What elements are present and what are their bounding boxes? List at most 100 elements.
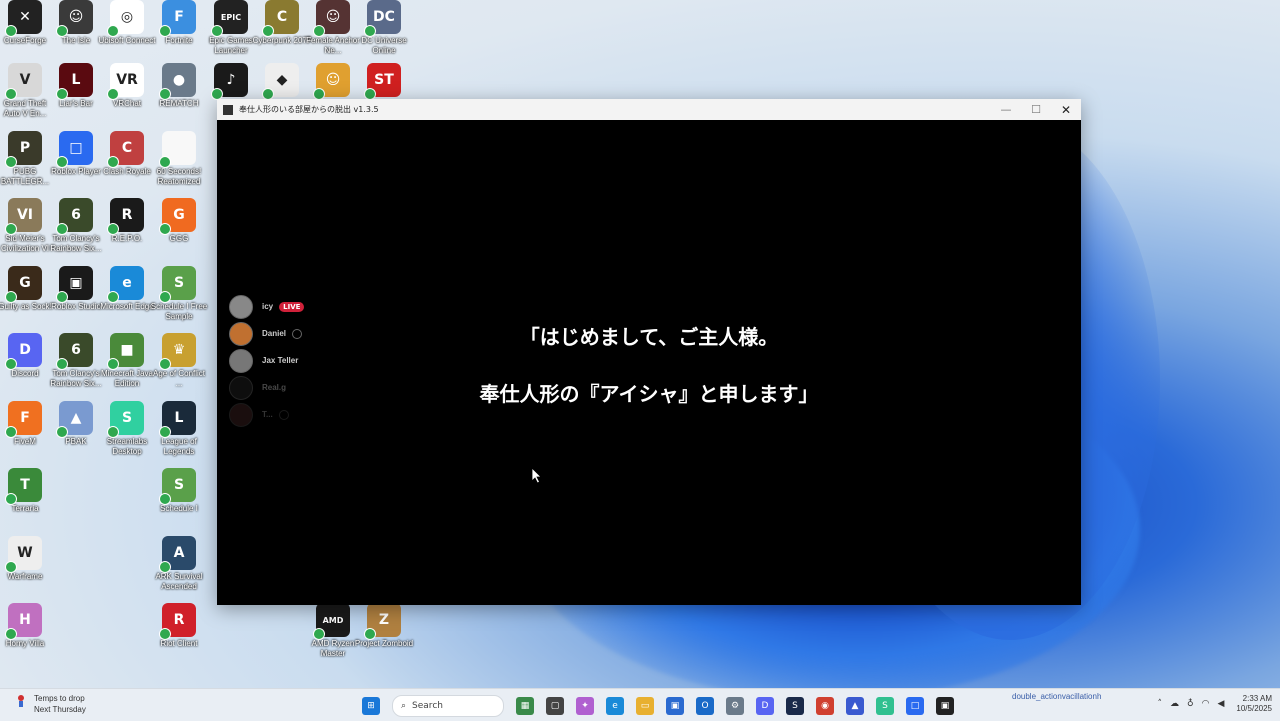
app-tile-icon: ▣	[56, 266, 93, 303]
settings-gear-icon[interactable]: ⚙	[726, 697, 744, 715]
app-glyph: P	[19, 140, 31, 156]
game-window-taskbar-icon[interactable]: ▣	[936, 697, 954, 715]
chrome-icon[interactable]: ◉	[816, 697, 834, 715]
sync-check-icon	[107, 223, 119, 235]
desktop-icon[interactable]: C Clash Royale	[97, 131, 157, 177]
desktop-icon[interactable]: S Schedule I	[149, 468, 209, 514]
app-glyph: Z	[378, 612, 390, 628]
desktop-icon[interactable]: ● REMATCH	[149, 63, 209, 109]
clock[interactable]: 2:33 AM 10/5/2025	[1236, 694, 1272, 714]
window-titlebar[interactable]: 奉仕人形のいる部屋からの脱出 v1.3.5 — ☐ ✕	[217, 99, 1081, 120]
app-tile-icon: D	[5, 333, 42, 370]
game-window: 奉仕人形のいる部屋からの脱出 v1.3.5 — ☐ ✕ 「はじめまして、ご主人様…	[217, 99, 1081, 605]
system-tray: ˄ ☁ ♁ ◠ ◀ 2:33 AM 10/5/2025	[1154, 694, 1272, 714]
sync-check-icon	[56, 358, 68, 370]
app-glyph: EPIC	[220, 12, 242, 22]
app-tile-icon: H	[5, 603, 42, 640]
viewer-row: Real.g	[229, 374, 304, 401]
stream-viewer-overlay: icy LIVE Daniel Jax Teller Real.g T...	[229, 293, 305, 428]
store-icon[interactable]: ▣	[666, 697, 684, 715]
desktop-icon-label: REMATCH	[159, 99, 199, 108]
desktop-icon[interactable]: DC DC Universe Online	[354, 0, 414, 56]
widgets-icon[interactable]: ▦	[516, 697, 534, 715]
desktop-icon[interactable]: ♛ Age of Conflict ...	[149, 333, 209, 389]
app-glyph: A	[173, 545, 185, 561]
start-button-icon[interactable]: ⊞	[362, 697, 380, 715]
app-glyph: ■	[120, 342, 134, 358]
volume-icon[interactable]: ◀	[1217, 699, 1224, 709]
app-tile-icon: ST	[364, 63, 401, 100]
sync-check-icon	[159, 426, 171, 438]
app-glyph: C	[276, 9, 288, 25]
streamlabs-icon[interactable]: S	[876, 697, 894, 715]
desktop-icon-label: Riot Client	[160, 639, 198, 648]
desktop-icon[interactable]: ST	[354, 63, 414, 100]
app-tile-icon: C	[107, 131, 144, 168]
desktop-icon[interactable]: S Streamlabs Desktop	[97, 401, 157, 457]
app-tile-icon: W	[5, 536, 42, 573]
steam-icon[interactable]: S	[786, 697, 804, 715]
mouse-cursor-icon	[532, 468, 542, 484]
viewer-status-icon	[292, 328, 303, 339]
sync-check-icon	[313, 628, 325, 640]
sync-check-icon	[159, 88, 171, 100]
desktop-icon[interactable]: VR VRChat	[97, 63, 157, 109]
app-tile-icon: ✕	[5, 0, 42, 37]
desktop-icon[interactable]: e Microsoft Edge	[97, 266, 157, 312]
maximize-button[interactable]: ☐	[1021, 99, 1051, 120]
wifi-icon[interactable]: ◠	[1202, 699, 1210, 709]
desktop-icon[interactable]: ◎ Ubisoft Connect	[97, 0, 157, 46]
search-icon: ⌕	[401, 701, 407, 711]
desktop-icon[interactable]: S Schedule I Free Sample	[149, 266, 209, 322]
app-tile-icon: F	[159, 0, 196, 37]
app-glyph: ST	[374, 72, 394, 88]
outlook-icon[interactable]: O	[696, 697, 714, 715]
desktop-icon[interactable]: F Fortnite	[149, 0, 209, 46]
app-tile-icon: VI	[5, 198, 42, 235]
task-view-icon[interactable]: ▢	[546, 697, 564, 715]
app-glyph: ◆	[276, 72, 288, 88]
desktop-icon[interactable]: H Horny Villa	[0, 603, 55, 649]
sync-check-icon	[56, 88, 68, 100]
desktop-icon[interactable]: A ARK Survival Ascended	[149, 536, 209, 592]
desktop-icon[interactable]: L League of Legends	[149, 401, 209, 457]
app-glyph: □	[69, 140, 83, 156]
arc-icon[interactable]: ▲	[846, 697, 864, 715]
close-button[interactable]: ✕	[1051, 99, 1081, 120]
sync-check-icon	[5, 358, 17, 370]
file-explorer-icon[interactable]: ▭	[636, 697, 654, 715]
viewer-status-icon	[278, 409, 289, 420]
app-tile-icon: R	[159, 603, 196, 640]
app-glyph: R	[173, 612, 185, 628]
cloud-icon[interactable]: ☁	[1170, 699, 1179, 709]
desktop-icon[interactable]: Z Project Zomboid	[354, 603, 414, 649]
desktop-icon[interactable]: ■ Minecraft Java Edition	[97, 333, 157, 389]
desktop-icon[interactable]: T Terraria	[0, 468, 55, 514]
weather-widget[interactable]: Temps to drop Next Thursday	[14, 693, 86, 715]
game-canvas[interactable]: 「はじめまして、ご主人様。 奉仕人形の『アイシャ』と申します」 icy LIVE…	[217, 120, 1081, 605]
copilot-icon[interactable]: ✦	[576, 697, 594, 715]
viewer-row: Jax Teller	[229, 347, 304, 374]
desktop-icon-label: Microsoft Edge	[100, 302, 154, 311]
sync-check-icon	[159, 493, 171, 505]
chevron-up-icon[interactable]: ˄	[1158, 699, 1163, 709]
desktop-icon-label: Schedule I Free Sample	[150, 302, 208, 321]
minimize-button[interactable]: —	[991, 99, 1021, 120]
search-box[interactable]: ⌕ Search	[392, 695, 504, 717]
desktop-icon[interactable]: R R.E.P.O.	[97, 198, 157, 244]
mic-icon[interactable]: ♁	[1187, 699, 1194, 709]
sync-check-icon	[159, 628, 171, 640]
sync-check-icon	[56, 25, 68, 37]
desktop-icon[interactable]: 60 Seconds! Reatomized	[149, 131, 209, 187]
discord-icon[interactable]: D	[756, 697, 774, 715]
edge-icon[interactable]: e	[606, 697, 624, 715]
search-placeholder: Search	[412, 701, 443, 711]
roblox-icon[interactable]: □	[906, 697, 924, 715]
desktop-icon[interactable]: R Riot Client	[149, 603, 209, 649]
app-glyph: ◎	[120, 9, 134, 25]
app-tile-icon: ☺	[313, 63, 350, 100]
viewer-name: Jax Teller	[262, 356, 299, 365]
desktop-icon[interactable]: G GGG	[149, 198, 209, 244]
desktop-icon[interactable]: W Warframe	[0, 536, 55, 582]
app-tile-icon: L	[159, 401, 196, 438]
